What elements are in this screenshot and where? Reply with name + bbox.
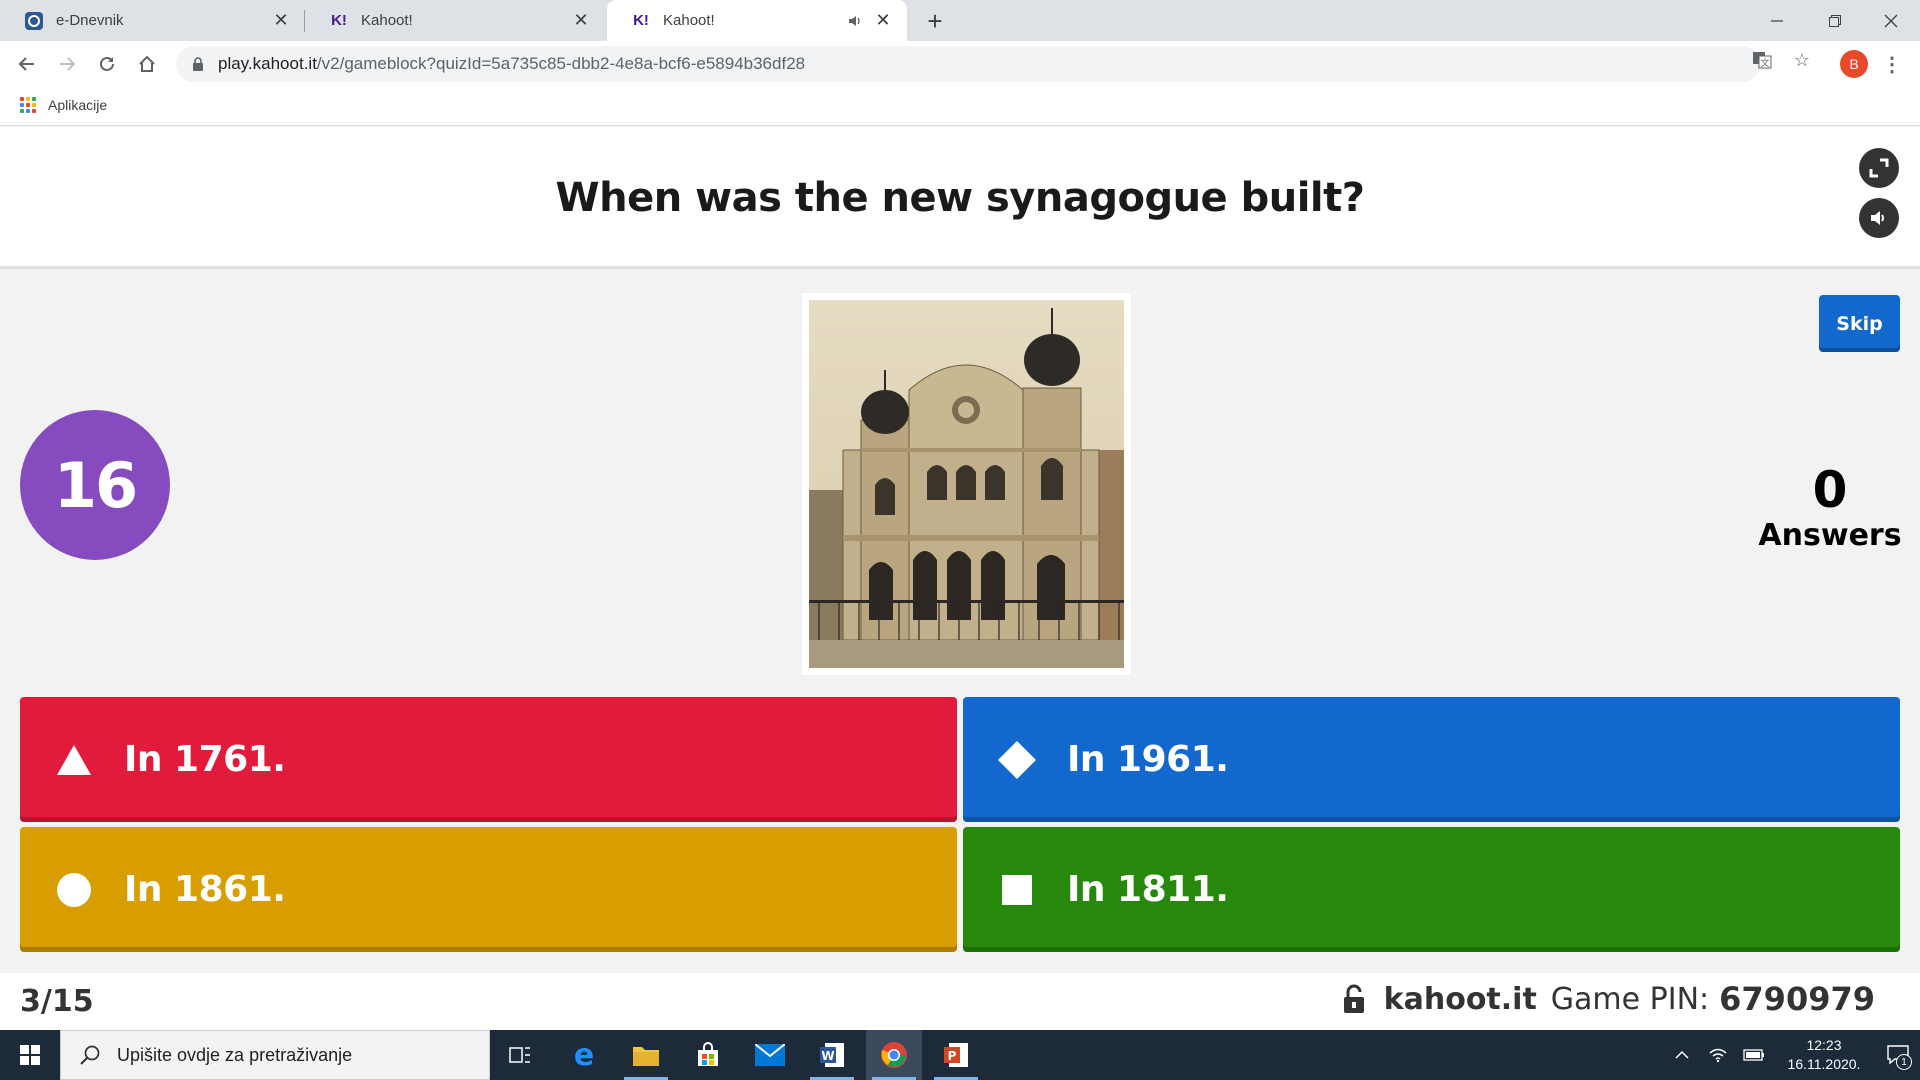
countdown-timer: 16: [20, 410, 170, 560]
circle-icon: [54, 870, 94, 910]
question-header: When was the new synagogue built?: [0, 127, 1920, 269]
close-tab-icon[interactable]: ✕: [271, 10, 291, 31]
forward-arrow-icon[interactable]: [52, 49, 82, 79]
answer-option-diamond[interactable]: In 1961.: [963, 697, 1900, 822]
svg-text:W: W: [821, 1049, 834, 1063]
kahoot-favicon-icon: K!: [331, 12, 347, 29]
windows-logo-icon: [20, 1045, 40, 1065]
sound-button[interactable]: [1859, 198, 1899, 238]
new-tab-button[interactable]: +: [920, 6, 950, 36]
powerpoint-icon[interactable]: P: [928, 1030, 984, 1080]
browser-toolbar: play.kahoot.it/v2/gameblock?quizId=5a735…: [0, 41, 1920, 88]
tab-kahoot-1[interactable]: K! Kahoot! ✕: [305, 0, 605, 41]
answer-text: In 1811.: [1067, 869, 1229, 910]
taskbar-clock[interactable]: 12:23 16.11.2020.: [1778, 1036, 1870, 1074]
windows-taskbar: Upišite ovdje za pretraživanje e W P 12:…: [0, 1030, 1920, 1080]
unlock-icon[interactable]: [1342, 984, 1366, 1014]
action-center-button[interactable]: 1: [1876, 1030, 1920, 1080]
battery-icon[interactable]: [1742, 1043, 1766, 1067]
system-tray: 12:23 16.11.2020. 1: [1664, 1030, 1920, 1080]
translate-icon[interactable]: 文: [1752, 50, 1772, 70]
fullscreen-icon: [1869, 158, 1889, 178]
apps-shortcut[interactable]: Aplikacije: [20, 97, 107, 113]
answer-text: In 1761.: [124, 739, 286, 780]
answers-count: 0: [1812, 461, 1848, 519]
kahoot-site-label: kahoot.it: [1383, 981, 1537, 1017]
search-icon: [80, 1045, 100, 1065]
notification-count-badge: 1: [1896, 1054, 1912, 1070]
tab-kahoot-active[interactable]: K! Kahoot! ✕: [607, 0, 907, 41]
question-image: [802, 293, 1131, 675]
question-title: When was the new synagogue built?: [555, 175, 1365, 221]
tab-title: e-Dnevnik: [56, 12, 124, 29]
close-tab-icon[interactable]: ✕: [873, 10, 893, 31]
answers-label: Answers: [1758, 518, 1902, 553]
store-icon[interactable]: [680, 1030, 736, 1080]
game-footer: 3/15 kahoot.it Game PIN: 6790979: [0, 973, 1920, 1030]
answer-option-circle[interactable]: In 1861.: [20, 827, 957, 952]
square-icon: [997, 870, 1037, 910]
answer-option-triangle[interactable]: In 1761.: [20, 697, 957, 822]
taskbar-search-box[interactable]: Upišite ovdje za pretraživanje: [60, 1030, 490, 1080]
wifi-icon[interactable]: [1706, 1043, 1730, 1067]
skip-button[interactable]: Skip: [1819, 295, 1900, 352]
apps-label: Aplikacije: [48, 97, 108, 113]
restore-button[interactable]: [1806, 0, 1864, 41]
file-explorer-icon[interactable]: [618, 1030, 674, 1080]
close-tab-icon[interactable]: ✕: [571, 10, 591, 31]
task-view-icon[interactable]: [492, 1030, 548, 1080]
url-text[interactable]: play.kahoot.it/v2/gameblock?quizId=5a735…: [218, 54, 805, 74]
browser-tab-bar: e-Dnevnik ✕ K! Kahoot! ✕ K! Kahoot! ✕ +: [0, 0, 1920, 41]
tab-e-dnevnik[interactable]: e-Dnevnik ✕: [0, 0, 305, 41]
bookmarks-bar: Aplikacije: [0, 88, 1920, 126]
game-pin-label: Game PIN:: [1550, 981, 1710, 1017]
chrome-icon[interactable]: [866, 1030, 922, 1080]
close-window-button[interactable]: [1862, 0, 1920, 41]
synagogue-photo: [809, 300, 1124, 668]
reload-icon[interactable]: [92, 49, 122, 79]
answer-option-square[interactable]: In 1811.: [963, 827, 1900, 952]
tab-title: Kahoot!: [663, 12, 715, 29]
address-bar[interactable]: play.kahoot.it/v2/gameblock?quizId=5a735…: [176, 46, 1760, 82]
windows-start-button[interactable]: [0, 1030, 60, 1080]
speaker-icon: [1871, 211, 1884, 225]
question-progress: 3/15: [20, 984, 94, 1019]
answer-text: In 1861.: [124, 869, 286, 910]
clock-date: 16.11.2020.: [1787, 1056, 1861, 1072]
search-placeholder: Upišite ovdje za pretraživanje: [117, 1044, 353, 1065]
tab-title: Kahoot!: [361, 12, 413, 29]
diamond-icon: [997, 740, 1037, 780]
triangle-icon: [54, 740, 94, 780]
game-pin-value: 6790979: [1719, 980, 1875, 1018]
answer-text: In 1961.: [1067, 739, 1229, 780]
fullscreen-button[interactable]: [1859, 148, 1899, 188]
bookmark-star-icon[interactable]: ☆: [1792, 50, 1812, 70]
svg-text:e: e: [574, 1041, 594, 1069]
audio-playing-icon[interactable]: [845, 11, 865, 31]
svg-text:文: 文: [1760, 57, 1769, 69]
profile-avatar[interactable]: B: [1840, 50, 1868, 78]
edge-browser-icon[interactable]: e: [556, 1030, 612, 1080]
game-pin-area: kahoot.it Game PIN: 6790979: [1342, 980, 1875, 1018]
home-icon[interactable]: [132, 49, 162, 79]
more-menu-icon[interactable]: ⋮: [1882, 50, 1902, 78]
svg-text:P: P: [948, 1049, 957, 1063]
chevron-up-icon[interactable]: [1670, 1043, 1694, 1067]
apps-grid-icon: [20, 97, 36, 113]
e-dnevnik-favicon-icon: [24, 11, 44, 31]
word-icon[interactable]: W: [804, 1030, 860, 1080]
minimize-button[interactable]: [1748, 0, 1806, 41]
clock-time: 12:23: [1806, 1037, 1842, 1053]
back-arrow-icon[interactable]: [12, 49, 42, 79]
mail-icon[interactable]: [742, 1030, 798, 1080]
lock-icon[interactable]: [192, 57, 206, 71]
kahoot-favicon-icon: K!: [633, 12, 649, 29]
